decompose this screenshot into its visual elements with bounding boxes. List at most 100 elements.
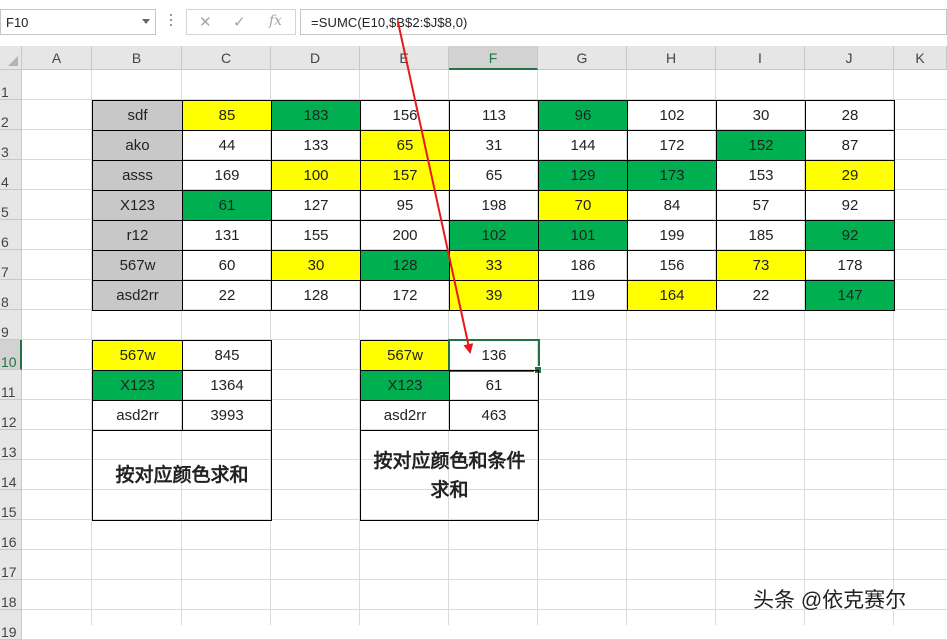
data-cell[interactable]: 198	[449, 190, 539, 221]
data-cell[interactable]: 153	[716, 160, 806, 191]
column-header-k[interactable]: K	[894, 46, 947, 70]
drag-handle-icon[interactable]	[170, 14, 173, 30]
data-cell[interactable]: 87	[805, 130, 895, 161]
data-cell[interactable]: 29	[805, 160, 895, 191]
color-sum-value-cell[interactable]: 1364	[182, 370, 272, 401]
cond-sum-value-cell[interactable]: 61	[449, 370, 539, 401]
data-cell[interactable]: 70	[538, 190, 628, 221]
cond-sum-value-cell[interactable]: 463	[449, 400, 539, 431]
row-label-cell[interactable]: asss	[92, 160, 183, 191]
data-cell[interactable]: 73	[716, 250, 806, 281]
data-cell[interactable]: 185	[716, 220, 806, 251]
row-header-4[interactable]: 4	[0, 160, 22, 190]
cond-sum-label-cell[interactable]: asd2rr	[360, 400, 450, 431]
row-label-cell[interactable]: r12	[92, 220, 183, 251]
data-cell[interactable]: 92	[805, 190, 895, 221]
data-cell[interactable]: 30	[716, 100, 806, 131]
data-cell[interactable]: 65	[360, 130, 450, 161]
row-header-12[interactable]: 12	[0, 400, 22, 430]
data-cell[interactable]: 100	[271, 160, 361, 191]
data-cell[interactable]: 22	[716, 280, 806, 311]
data-cell[interactable]: 127	[271, 190, 361, 221]
data-cell[interactable]: 155	[271, 220, 361, 251]
column-header-c[interactable]: C	[182, 46, 271, 70]
row-label-cell[interactable]: 567w	[92, 250, 183, 281]
enter-icon[interactable]: ✓	[233, 13, 246, 31]
data-cell[interactable]: 128	[271, 280, 361, 311]
row-header-5[interactable]: 5	[0, 190, 22, 220]
data-cell[interactable]: 101	[538, 220, 628, 251]
select-all-button[interactable]	[0, 46, 22, 70]
color-sum-label-cell[interactable]: asd2rr	[92, 400, 183, 431]
data-cell[interactable]: 65	[449, 160, 539, 191]
column-header-d[interactable]: D	[271, 46, 360, 70]
data-cell[interactable]: 113	[449, 100, 539, 131]
data-cell[interactable]: 152	[716, 130, 806, 161]
data-cell[interactable]: 33	[449, 250, 539, 281]
name-box[interactable]: F10	[0, 9, 156, 35]
color-sum-label-cell[interactable]: X123	[92, 370, 183, 401]
row-label-cell[interactable]: X123	[92, 190, 183, 221]
data-cell[interactable]: 172	[627, 130, 717, 161]
color-sum-value-cell[interactable]: 845	[182, 340, 272, 371]
data-cell[interactable]: 60	[182, 250, 272, 281]
active-cell-f10[interactable]: 136	[448, 339, 542, 374]
data-cell[interactable]: 200	[360, 220, 450, 251]
column-header-h[interactable]: H	[627, 46, 716, 70]
row-header-16[interactable]: 16	[0, 520, 22, 550]
chevron-down-icon[interactable]	[142, 19, 150, 24]
data-cell[interactable]: 172	[360, 280, 450, 311]
row-header-7[interactable]: 7	[0, 250, 22, 280]
row-header-19[interactable]: 19	[0, 610, 22, 640]
column-header-i[interactable]: I	[716, 46, 805, 70]
column-header-g[interactable]: G	[538, 46, 627, 70]
data-cell[interactable]: 169	[182, 160, 272, 191]
row-header-8[interactable]: 8	[0, 280, 22, 310]
column-header-f[interactable]: F	[449, 46, 538, 70]
data-cell[interactable]: 102	[449, 220, 539, 251]
cancel-icon[interactable]: ✕	[199, 13, 212, 31]
column-header-j[interactable]: J	[805, 46, 894, 70]
insert-function-icon[interactable]: fx	[269, 13, 282, 29]
row-header-17[interactable]: 17	[0, 550, 22, 580]
color-sum-caption[interactable]: 按对应颜色求和	[92, 430, 272, 521]
row-label-cell[interactable]: asd2rr	[92, 280, 183, 311]
row-label-cell[interactable]: ako	[92, 130, 183, 161]
data-cell[interactable]: 183	[271, 100, 361, 131]
worksheet[interactable]: ABCDEFGHIJK 1 2 3 4 5 6 7 8 9 10 11 12 13 14 15 16 17 18 1…	[0, 46, 947, 640]
row-header-1[interactable]: 1	[0, 70, 22, 100]
cond-sum-caption[interactable]: 按对应颜色和条件 求和	[360, 430, 539, 521]
data-cell[interactable]: 144	[538, 130, 628, 161]
data-cell[interactable]: 22	[182, 280, 272, 311]
data-cell[interactable]: 95	[360, 190, 450, 221]
column-header-a[interactable]: A	[22, 46, 92, 70]
data-cell[interactable]: 199	[627, 220, 717, 251]
data-cell[interactable]: 119	[538, 280, 628, 311]
data-cell[interactable]: 96	[538, 100, 628, 131]
data-cell[interactable]: 129	[538, 160, 628, 191]
data-cell[interactable]: 31	[449, 130, 539, 161]
data-cell[interactable]: 186	[538, 250, 628, 281]
data-cell[interactable]: 92	[805, 220, 895, 251]
data-cell[interactable]: 39	[449, 280, 539, 311]
data-cell[interactable]: 164	[627, 280, 717, 311]
row-header-18[interactable]: 18	[0, 580, 22, 610]
data-cell[interactable]: 133	[271, 130, 361, 161]
data-cell[interactable]: 156	[627, 250, 717, 281]
data-cell[interactable]: 102	[627, 100, 717, 131]
data-cell[interactable]: 57	[716, 190, 806, 221]
color-sum-label-cell[interactable]: 567w	[92, 340, 183, 371]
data-cell[interactable]: 84	[627, 190, 717, 221]
formula-input[interactable]: =SUMC(E10,$B$2:$J$8,0)	[300, 9, 947, 35]
data-cell[interactable]: 156	[360, 100, 450, 131]
color-sum-value-cell[interactable]: 3993	[182, 400, 272, 431]
column-header-e[interactable]: E	[360, 46, 449, 70]
data-cell[interactable]: 44	[182, 130, 272, 161]
data-cell[interactable]: 157	[360, 160, 450, 191]
row-header-11[interactable]: 11	[0, 370, 22, 400]
data-cell[interactable]: 85	[182, 100, 272, 131]
data-cell[interactable]: 131	[182, 220, 272, 251]
row-header-2[interactable]: 2	[0, 100, 22, 130]
row-header-9[interactable]: 9	[0, 310, 22, 340]
data-cell[interactable]: 178	[805, 250, 895, 281]
